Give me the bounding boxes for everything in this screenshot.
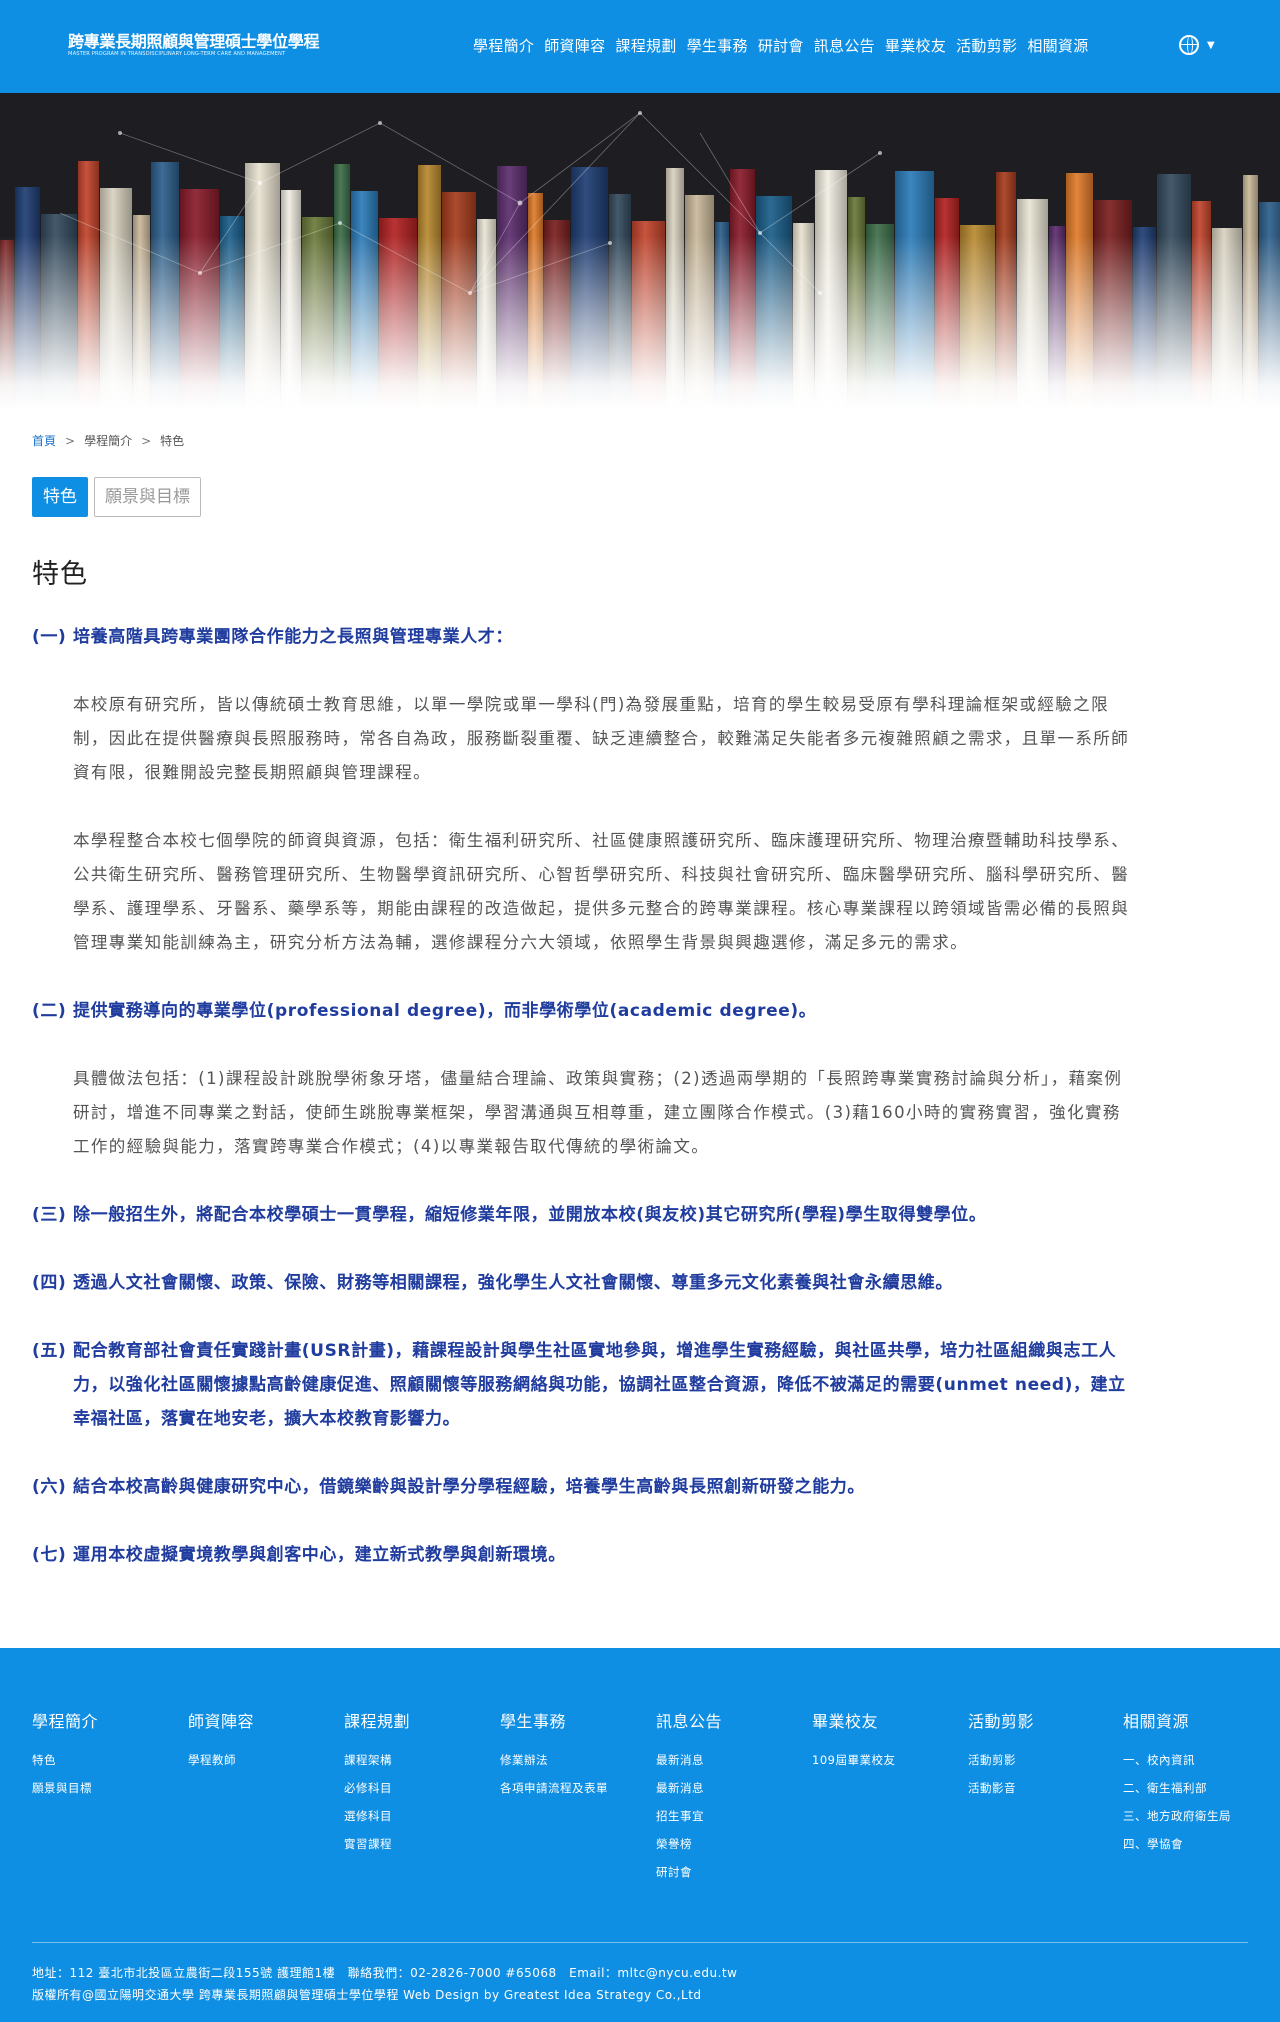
feature-heading-6: (六) 結合本校高齡與健康研究中心，借鏡樂齡與設計學分學程經驗，培養學生高齡與長… xyxy=(32,1470,1132,1504)
footer-link[interactable]: 研討會 xyxy=(656,1858,806,1886)
feature-number: (三) xyxy=(32,1205,67,1225)
logo-subtitle: MASTER PROGRAM IN TRANSDISCIPLINARY LONG… xyxy=(68,51,286,57)
nav-item-alumni[interactable]: 畢業校友 xyxy=(885,35,946,56)
footer-link[interactable]: 109屆畢業校友 xyxy=(812,1746,962,1774)
footer-column-curriculum: 課程規劃 課程架構 必修科目 選修科目 實習課程 xyxy=(344,1708,494,1858)
footer-link[interactable]: 一、校內資訊 xyxy=(1123,1746,1273,1774)
feature-text: 提供實務導向的專業學位(professional degree)，而非學術學位(… xyxy=(73,1001,817,1021)
feature-heading-2: (二) 提供實務導向的專業學位(professional degree)，而非學… xyxy=(32,994,1132,1028)
footer-link[interactable]: 招生事宜 xyxy=(656,1802,806,1830)
feature-heading-7: (七) 運用本校虛擬實境教學與創客中心，建立新式教學與創新環境。 xyxy=(32,1538,1132,1572)
language-switcher[interactable]: ▼ xyxy=(1179,35,1215,55)
nav-item-seminar[interactable]: 研討會 xyxy=(758,35,804,56)
logo-title: 跨專業長期照顧與管理碩士學位學程 xyxy=(68,32,320,51)
caret-down-icon: ▼ xyxy=(1207,39,1215,51)
footer-column-title[interactable]: 訊息公告 xyxy=(656,1708,806,1732)
feature-number: (六) xyxy=(32,1477,67,1497)
footer-column-title[interactable]: 學生事務 xyxy=(500,1708,650,1732)
footer-link[interactable]: 最新消息 xyxy=(656,1774,806,1802)
feature-number: (五) xyxy=(32,1341,67,1361)
site-footer: 學程簡介 特色 願景與目標 師資陣容 學程教師 課程規劃 課程架構 必修科目 選… xyxy=(0,1648,1280,2022)
features-content: (一) 培養高階具跨專業團隊合作能力之長照與管理專業人才： 本校原有研究所，皆以… xyxy=(32,620,1132,1572)
feature-text: 運用本校虛擬實境教學與創客中心，建立新式教學與創新環境。 xyxy=(73,1545,566,1565)
hero-banner-bookshelf xyxy=(0,93,1280,410)
feature-text: 配合教育部社會責任實踐計畫(USR計畫)，藉課程設計與學生社區實地參與，增進學生… xyxy=(73,1341,1126,1429)
footer-column-title[interactable]: 學程簡介 xyxy=(32,1708,182,1732)
nav-item-student-affairs[interactable]: 學生事務 xyxy=(687,35,748,56)
feature-paragraph-2: 本學程整合本校七個學院的師資與資源，包括：衛生福利研究所、社區健康照護研究所、臨… xyxy=(73,831,1130,952)
footer-link[interactable]: 特色 xyxy=(32,1746,182,1774)
feature-number: (七) xyxy=(32,1545,67,1565)
footer-link[interactable]: 願景與目標 xyxy=(32,1774,182,1802)
footer-column-news: 訊息公告 最新消息 最新消息 招生事宜 榮譽榜 研討會 xyxy=(656,1708,806,1886)
footer-column-title[interactable]: 課程規劃 xyxy=(344,1708,494,1732)
footer-link[interactable]: 四、學協會 xyxy=(1123,1830,1273,1858)
footer-link[interactable]: 二、衛生福利部 xyxy=(1123,1774,1273,1802)
footer-divider xyxy=(32,1942,1248,1943)
footer-link[interactable]: 最新消息 xyxy=(656,1746,806,1774)
feature-text: 除一般招生外，將配合本校學碩士一貫學程，縮短修業年限，並開放本校(與友校)其它研… xyxy=(73,1205,987,1225)
footer-link[interactable]: 必修科目 xyxy=(344,1774,494,1802)
feature-heading-4: (四) 透過人文社會關懷、政策、保險、財務等相關課程，強化學生人文社會關懷、尊重… xyxy=(32,1266,1132,1300)
footer-link[interactable]: 榮譽榜 xyxy=(656,1830,806,1858)
tab-vision-goals[interactable]: 願景與目標 xyxy=(94,477,201,517)
footer-column-title[interactable]: 相關資源 xyxy=(1123,1708,1273,1732)
footer-link[interactable]: 各項申請流程及表單 xyxy=(500,1774,650,1802)
sub-tabs: 特色 願景與目標 xyxy=(32,477,207,517)
nav-item-resources[interactable]: 相關資源 xyxy=(1027,35,1088,56)
site-logo[interactable]: 跨專業長期照顧與管理碩士學位學程 MASTER PROGRAM IN TRANS… xyxy=(68,32,320,58)
footer-column-activities: 活動剪影 活動剪影 活動影音 xyxy=(968,1708,1118,1802)
breadcrumb-separator: > xyxy=(141,433,152,448)
footer-link[interactable]: 三、地方政府衛生局 xyxy=(1123,1802,1273,1830)
feature-heading-3: (三) 除一般招生外，將配合本校學碩士一貫學程，縮短修業年限，並開放本校(與友校… xyxy=(32,1198,1132,1232)
page-title: 特色 xyxy=(32,559,88,590)
footer-copyright: 版權所有@國立陽明交通大學 跨專業長期照顧與管理碩士學位學程 Web Desig… xyxy=(32,1988,702,2002)
footer-column-student-affairs: 學生事務 修業辦法 各項申請流程及表單 xyxy=(500,1708,650,1802)
nav-item-faculty[interactable]: 師資陣容 xyxy=(544,35,605,56)
footer-link[interactable]: 活動影音 xyxy=(968,1774,1118,1802)
feature-text: 透過人文社會關懷、政策、保險、財務等相關課程，強化學生人文社會關懷、尊重多元文化… xyxy=(73,1273,953,1293)
banner-fade-overlay xyxy=(0,93,1280,410)
feature-heading-1: (一) 培養高階具跨專業團隊合作能力之長照與管理專業人才： xyxy=(32,620,1132,654)
footer-column-alumni: 畢業校友 109屆畢業校友 xyxy=(812,1708,962,1774)
tab-features[interactable]: 特色 xyxy=(32,477,88,517)
feature-text: 結合本校高齡與健康研究中心，借鏡樂齡與設計學分學程經驗，培養學生高齡與長照創新研… xyxy=(73,1477,865,1497)
main-nav: 學程簡介 師資陣容 課程規劃 學生事務 研討會 訊息公告 畢業校友 活動剪影 相… xyxy=(473,35,1099,56)
footer-column-resources: 相關資源 一、校內資訊 二、衛生福利部 三、地方政府衛生局 四、學協會 xyxy=(1123,1708,1273,1858)
globe-icon xyxy=(1179,35,1199,55)
feature-number: (一) xyxy=(32,627,67,647)
breadcrumb-parent[interactable]: 學程簡介 xyxy=(84,432,132,449)
footer-link[interactable]: 活動剪影 xyxy=(968,1746,1118,1774)
nav-item-activities[interactable]: 活動剪影 xyxy=(956,35,1017,56)
feature-paragraph-1: 本校原有研究所，皆以傳統碩士教育思維，以單一學院或單一學科(門)為發展重點，培育… xyxy=(73,695,1130,782)
footer-contact: 地址：112 臺北市北投區立農街二段155號 護理館1樓 聯絡我們：02-282… xyxy=(32,1962,737,2006)
site-header: 跨專業長期照顧與管理碩士學位學程 MASTER PROGRAM IN TRANS… xyxy=(0,0,1280,93)
feature-paragraph-3: 具體做法包括：(1)課程設計跳脫學術象牙塔，儘量結合理論、政策與實務；(2)透過… xyxy=(73,1069,1123,1156)
breadcrumb: 首頁 > 學程簡介 > 特色 xyxy=(32,432,184,449)
footer-column-title[interactable]: 活動剪影 xyxy=(968,1708,1118,1732)
footer-link[interactable]: 修業辦法 xyxy=(500,1746,650,1774)
nav-item-intro[interactable]: 學程簡介 xyxy=(473,35,534,56)
footer-link[interactable]: 學程教師 xyxy=(188,1746,338,1774)
footer-column-faculty: 師資陣容 學程教師 xyxy=(188,1708,338,1774)
breadcrumb-home[interactable]: 首頁 xyxy=(32,432,56,449)
footer-link[interactable]: 實習課程 xyxy=(344,1830,494,1858)
breadcrumb-current: 特色 xyxy=(160,434,185,448)
footer-column-title[interactable]: 畢業校友 xyxy=(812,1708,962,1732)
feature-heading-5: (五) 配合教育部社會責任實踐計畫(USR計畫)，藉課程設計與學生社區實地參與，… xyxy=(32,1334,1132,1436)
footer-link[interactable]: 選修科目 xyxy=(344,1802,494,1830)
feature-number: (二) xyxy=(32,1001,67,1021)
nav-item-curriculum[interactable]: 課程規劃 xyxy=(615,35,676,56)
feature-number: (四) xyxy=(32,1273,67,1293)
breadcrumb-separator: > xyxy=(65,433,76,448)
feature-text: 培養高階具跨專業團隊合作能力之長照與管理專業人才： xyxy=(73,627,513,647)
footer-column-title[interactable]: 師資陣容 xyxy=(188,1708,338,1732)
nav-item-news[interactable]: 訊息公告 xyxy=(814,35,875,56)
footer-address: 地址：112 臺北市北投區立農街二段155號 護理館1樓 聯絡我們：02-282… xyxy=(32,1966,738,1980)
footer-column-intro: 學程簡介 特色 願景與目標 xyxy=(32,1708,182,1802)
footer-link[interactable]: 課程架構 xyxy=(344,1746,494,1774)
